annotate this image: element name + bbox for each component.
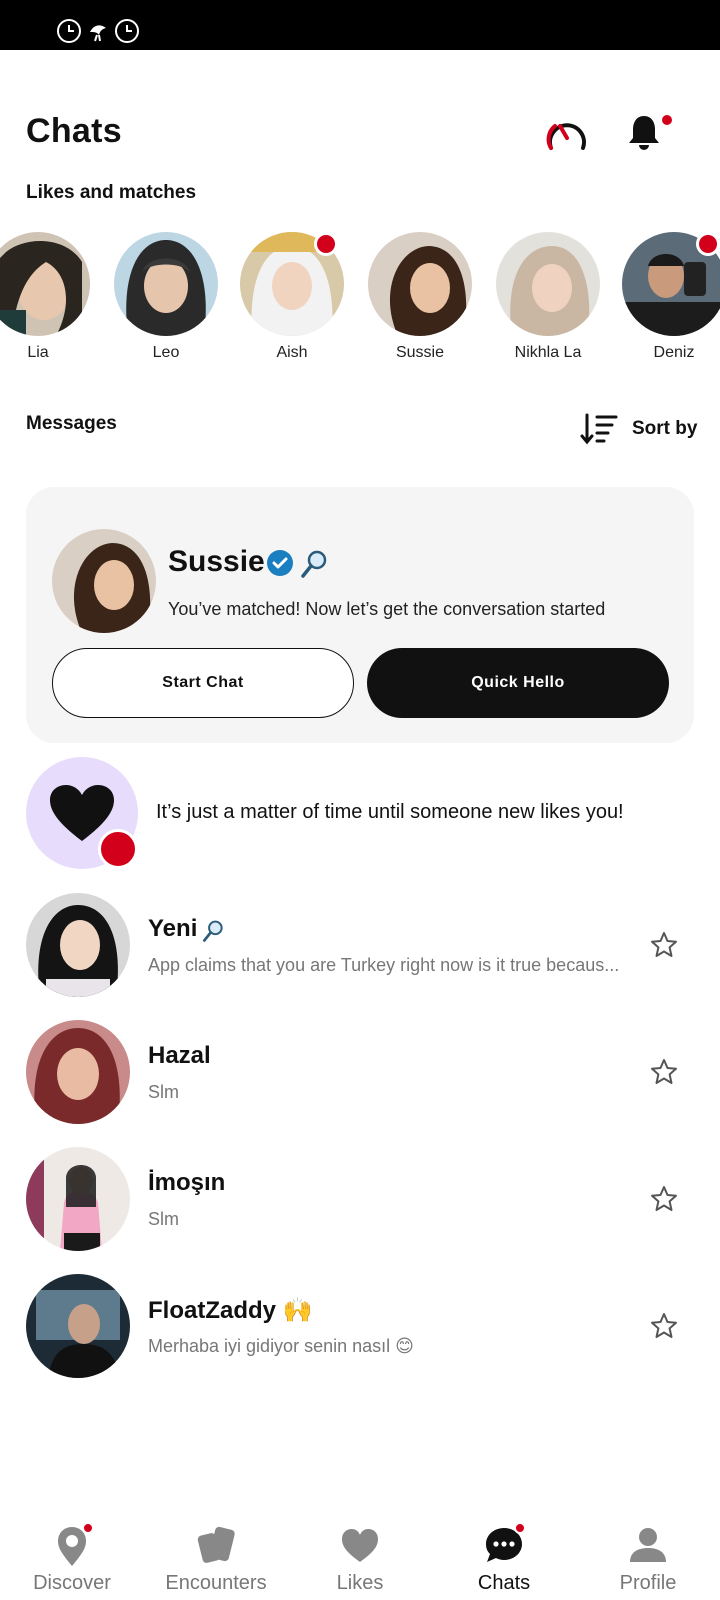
notification-dot (660, 113, 674, 127)
notification-dot (82, 1522, 94, 1534)
nav-label: Profile (619, 1572, 677, 1594)
page-title: Chats (26, 112, 122, 150)
chat-list-item[interactable]: Yeni App claims that you are Turkey righ… (26, 893, 706, 997)
likes-promo-row[interactable]: It’s just a matter of time until someone… (26, 757, 706, 869)
chat-list-item[interactable]: İmoşın Slm (26, 1147, 706, 1251)
avatar (368, 232, 472, 336)
profile-person-icon (630, 1528, 666, 1562)
bird-icon (90, 25, 106, 42)
match-item[interactable]: Deniz (622, 232, 720, 362)
chat-name: Yeni (148, 915, 198, 942)
match-name: Lia (27, 344, 49, 361)
star-icon[interactable] (650, 1185, 678, 1213)
nav-likes[interactable]: Likes (288, 1508, 432, 1600)
match-name: Deniz (653, 344, 695, 361)
match-name: Aish (276, 344, 308, 361)
speedometer-icon[interactable] (545, 114, 589, 154)
bottom-nav: Discover Encounters Likes Chats Profile (0, 1508, 720, 1600)
chat-name: FloatZaddy 🙌 (148, 1297, 313, 1324)
likes-section-title: Likes and matches (26, 182, 197, 203)
chat-preview: App claims that you are Turkey right now… (148, 955, 620, 975)
new-like-dot (696, 232, 720, 256)
avatar (26, 893, 130, 997)
start-chat-button[interactable]: Start Chat (52, 648, 354, 718)
sort-by-button[interactable]: Sort by (580, 413, 700, 445)
clock-icon (57, 19, 81, 43)
star-icon[interactable] (650, 931, 678, 959)
chat-preview: Slm (148, 1082, 179, 1102)
match-item[interactable]: Leo (114, 232, 218, 362)
new-like-dot (314, 232, 338, 256)
match-item[interactable]: Nikhla La (496, 232, 600, 362)
verified-badge-icon (267, 550, 293, 576)
nav-profile[interactable]: Profile (576, 1508, 720, 1600)
clock-icon (115, 19, 139, 43)
notification-dot (514, 1522, 526, 1534)
star-icon[interactable] (650, 1058, 678, 1086)
chat-name: İmoşın (148, 1169, 226, 1196)
quick-hello-button[interactable]: Quick Hello (367, 648, 669, 718)
heart-icon (342, 1529, 378, 1562)
chat-name: Hazal (148, 1042, 211, 1069)
bell-icon[interactable] (626, 112, 662, 152)
avatar (114, 232, 218, 336)
match-name: Nikhla La (514, 344, 582, 361)
avatar (496, 232, 600, 336)
avatar (26, 1274, 130, 1378)
chat-list-item[interactable]: Hazal Slm (26, 1020, 706, 1124)
nav-discover[interactable]: Discover (0, 1508, 144, 1600)
chat-list-item[interactable]: FloatZaddy 🙌 Merhaba iyi gidiyor senin n… (26, 1274, 706, 1378)
match-item[interactable]: Sussie (368, 232, 472, 362)
sort-label: Sort by (632, 418, 698, 439)
avatar (0, 232, 90, 336)
star-icon[interactable] (650, 1312, 678, 1340)
sort-icon (580, 413, 618, 445)
match-item[interactable]: Lia (0, 232, 90, 362)
status-bar (0, 0, 720, 50)
match-item[interactable]: Aish (240, 232, 344, 362)
nav-label: Discover (33, 1572, 111, 1594)
encounters-cards-icon (197, 1526, 235, 1563)
messages-section-title: Messages (26, 413, 117, 434)
nav-encounters[interactable]: Encounters (144, 1508, 288, 1600)
nav-label: Encounters (165, 1572, 267, 1594)
avatar (26, 1147, 130, 1251)
match-subtitle: You’ve matched! Now let’s get the conver… (168, 599, 606, 619)
match-name: Sussie (395, 344, 445, 361)
nav-chats[interactable]: Chats (432, 1508, 576, 1600)
promo-text: It’s just a matter of time until someone… (156, 801, 624, 823)
avatar (26, 1020, 130, 1124)
magnifier-icon (202, 920, 223, 942)
nav-label: Likes (336, 1572, 384, 1594)
chat-preview: Merhaba iyi gidiyor senin nasıl 😊 (148, 1336, 414, 1356)
chat-preview: Slm (148, 1209, 179, 1229)
match-name: Leo (152, 344, 180, 361)
new-match-card: Sussie You’ve matched! Now let’s get the… (26, 487, 694, 743)
notification-dot (98, 829, 138, 869)
magnifier-icon (301, 550, 327, 578)
nav-label: Chats (477, 1572, 531, 1594)
match-name: Sussie (168, 545, 265, 578)
avatar[interactable] (52, 529, 156, 633)
likes-carousel[interactable]: Lia Leo Aish Sussie Nikhla La Deniz (0, 232, 720, 372)
